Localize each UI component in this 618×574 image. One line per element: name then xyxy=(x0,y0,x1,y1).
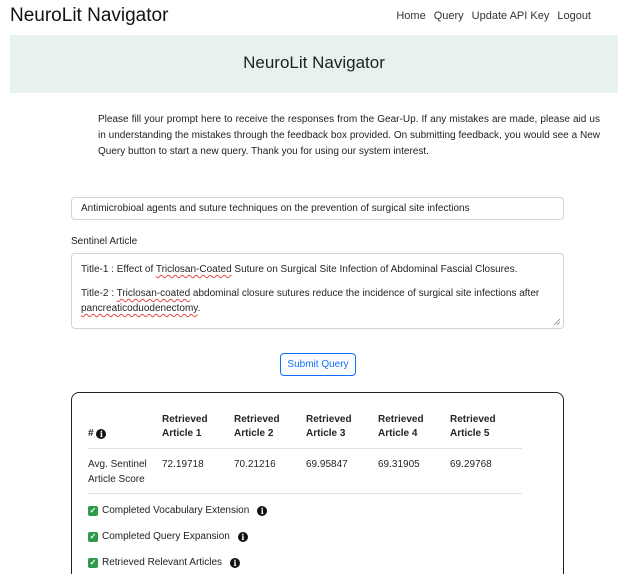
header-line: Article 2 xyxy=(234,428,274,439)
header-article-3: Retrieved Article 3 xyxy=(306,413,378,449)
title-2-end: . xyxy=(197,303,201,314)
row-label: Avg. Sentinel Article Score xyxy=(88,448,162,494)
status-vocabulary-extension: ✓ Completed Vocabulary Extension i xyxy=(88,505,268,516)
check-icon: ✓ xyxy=(88,505,98,516)
header-article-1: Retrieved Article 1 xyxy=(162,413,234,449)
check-icon: ✓ xyxy=(88,557,98,568)
results-table: # i Retrieved Article 1 Retrieved Article … xyxy=(88,413,522,494)
header-line: Article 1 xyxy=(162,428,202,439)
score-article-5: 69.29768 xyxy=(450,448,522,494)
info-icon[interactable]: i xyxy=(96,429,107,439)
resize-handle-icon[interactable] xyxy=(553,318,560,325)
query-input[interactable] xyxy=(71,197,564,220)
header-line: Retrieved xyxy=(378,414,424,425)
intro-text: Please fill your prompt here to receive … xyxy=(98,114,600,157)
info-icon[interactable]: i xyxy=(230,557,241,568)
header-line: Retrieved xyxy=(234,414,280,425)
info-icon[interactable]: i xyxy=(237,531,248,542)
sentinel-article-textarea[interactable]: Title-1 : Effect of Triclosan-Coated Sut… xyxy=(71,253,564,329)
hash-header: # i xyxy=(88,413,162,449)
status-text: Retrieved Relevant Articles xyxy=(102,557,223,568)
submit-query-button[interactable]: Submit Query xyxy=(280,353,356,376)
score-article-4: 69.31905 xyxy=(378,448,450,494)
header-line: Article 5 xyxy=(450,428,490,439)
title-1-rest: Suture on Surgical Site Infection of Abd… xyxy=(231,264,518,275)
row-label-line: Article Score xyxy=(88,474,145,485)
nav-links: Home Query Update API Key Logout xyxy=(396,10,591,22)
hero-banner: NeuroLit Navigator xyxy=(10,35,618,93)
header-line: Retrieved xyxy=(306,414,352,425)
score-article-2: 70.21216 xyxy=(234,448,306,494)
header-line: Article 4 xyxy=(378,428,418,439)
header-article-5: Retrieved Article 5 xyxy=(450,413,522,449)
sentinel-title-1: Title-1 : Effect of Triclosan-Coated Sut… xyxy=(81,262,554,277)
status-text: Completed Query Expansion xyxy=(102,531,230,542)
table-header-row: # i Retrieved Article 1 Retrieved Article … xyxy=(88,413,522,449)
check-icon: ✓ xyxy=(88,531,98,542)
row-label-line: Avg. Sentinel xyxy=(88,459,147,470)
title-2-rest: abdominal closure sutures reduce the inc… xyxy=(190,288,540,299)
hash-label: # xyxy=(88,428,94,439)
nav-link-logout[interactable]: Logout xyxy=(557,10,591,22)
header-article-2: Retrieved Article 2 xyxy=(234,413,306,449)
spellcheck-word: Triclosan-Coated xyxy=(155,264,232,275)
results-card: # i Retrieved Article 1 Retrieved Article … xyxy=(71,392,564,574)
title-2-prefix: Title-2 : xyxy=(81,288,117,299)
status-text: Completed Vocabulary Extension xyxy=(102,505,250,516)
brand-title[interactable]: NeuroLit Navigator xyxy=(10,5,168,27)
spellcheck-word: pancreaticoduodenectomy xyxy=(81,303,198,314)
title-1-prefix: Title-1 : Effect of xyxy=(81,264,156,275)
header-line: Retrieved xyxy=(450,414,496,425)
sentinel-label: Sentinel Article xyxy=(71,236,138,247)
header-article-4: Retrieved Article 4 xyxy=(378,413,450,449)
sentinel-title-2: Title-2 : Triclosan-coated abdominal clo… xyxy=(81,286,554,316)
header-line: Retrieved xyxy=(162,414,208,425)
page-title: NeuroLit Navigator xyxy=(243,53,385,72)
navbar: NeuroLit Navigator Home Query Update API… xyxy=(0,0,618,34)
spellcheck-word: Triclosan-coated xyxy=(116,288,191,299)
nav-link-home[interactable]: Home xyxy=(396,10,425,22)
score-article-3: 69.95847 xyxy=(306,448,378,494)
table-row: Avg. Sentinel Article Score 72.19718 70.2… xyxy=(88,448,522,494)
score-article-1: 72.19718 xyxy=(162,448,234,494)
nav-link-query[interactable]: Query xyxy=(434,10,464,22)
status-retrieved-articles: ✓ Retrieved Relevant Articles i xyxy=(88,557,241,568)
status-query-expansion: ✓ Completed Query Expansion i xyxy=(88,531,248,542)
info-icon[interactable]: i xyxy=(257,505,268,516)
nav-link-update-api-key[interactable]: Update API Key xyxy=(472,10,550,22)
header-line: Article 3 xyxy=(306,428,346,439)
